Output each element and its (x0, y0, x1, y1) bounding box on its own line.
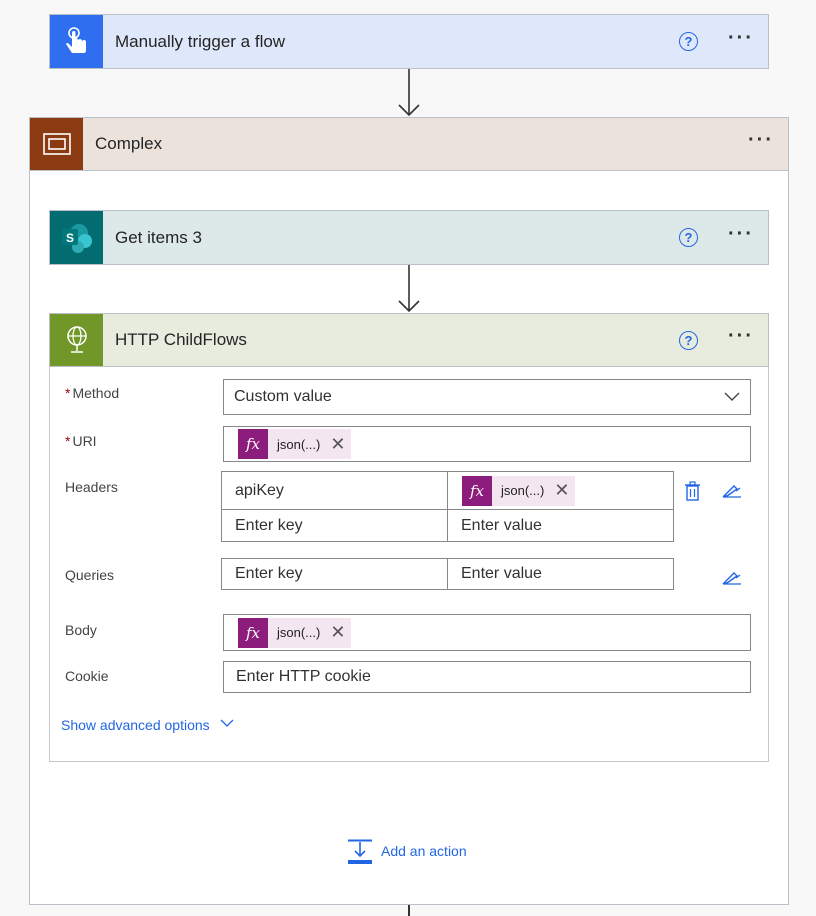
get-items-card[interactable]: S Get items 3 ? ··· (49, 210, 769, 265)
help-icon[interactable]: ? (679, 330, 699, 350)
expression-token[interactable]: fx json(...) ✕ (462, 475, 576, 506)
header-key-input[interactable]: apiKey (221, 471, 448, 510)
body-label: Body (65, 622, 97, 638)
trigger-title: Manually trigger a flow (115, 31, 286, 51)
add-action-icon (348, 839, 372, 864)
query-key-input[interactable]: Enter key (221, 558, 448, 590)
uri-input[interactable]: fx json(...) ✕ (223, 426, 751, 462)
header-value-input-empty[interactable]: Enter value (447, 509, 674, 542)
scope-icon (30, 118, 83, 170)
switch-to-text-mode-icon[interactable] (722, 484, 742, 498)
get-items-title: Get items 3 (115, 227, 202, 247)
switch-to-text-mode-icon[interactable] (722, 571, 742, 585)
help-icon[interactable]: ? (679, 32, 699, 51)
method-label: * Method (65, 385, 120, 401)
show-advanced-options-link[interactable]: Show advanced options (61, 717, 234, 733)
http-title: HTTP ChildFlows (115, 330, 247, 349)
more-options-icon[interactable]: ··· (748, 130, 774, 153)
help-icon[interactable]: ? (679, 228, 699, 247)
connector-line (408, 905, 410, 916)
arrow-down-icon (398, 265, 420, 313)
cookie-label: Cookie (65, 668, 109, 684)
trash-icon[interactable] (684, 481, 701, 501)
sharepoint-icon: S (50, 211, 103, 264)
cookie-input[interactable]: Enter HTTP cookie (223, 661, 751, 693)
queries-label: Queries (65, 567, 115, 583)
method-dropdown[interactable]: Custom value (223, 379, 751, 415)
headers-label: Headers (65, 479, 118, 495)
scope-header[interactable]: Complex ··· (29, 117, 789, 171)
add-action-button[interactable]: Add an action (348, 839, 467, 865)
fx-icon: fx (238, 617, 268, 648)
fx-icon: fx (238, 429, 268, 459)
header-key-input-empty[interactable]: Enter key (221, 509, 448, 542)
required-marker: * (65, 385, 71, 401)
more-options-icon[interactable]: ··· (728, 326, 754, 349)
body-input[interactable]: fx json(...) ✕ (223, 614, 751, 651)
arrow-down-icon (398, 69, 420, 117)
more-options-icon[interactable]: ··· (728, 224, 754, 247)
chevron-down-icon (220, 719, 234, 727)
remove-token-icon[interactable]: ✕ (330, 434, 351, 455)
uri-label: * URI (65, 433, 97, 449)
more-options-icon[interactable]: ··· (728, 28, 754, 51)
fx-icon: fx (462, 475, 492, 506)
http-card-header[interactable]: HTTP ChildFlows ? ··· (49, 313, 769, 367)
scope-title: Complex (95, 134, 163, 153)
trigger-card[interactable]: Manually trigger a flow ? ··· (49, 14, 769, 69)
expression-token[interactable]: fx json(...) ✕ (238, 429, 352, 459)
globe-icon (50, 314, 103, 366)
svg-text:S: S (65, 231, 73, 245)
touch-icon (50, 15, 103, 68)
required-marker: * (65, 433, 71, 449)
expression-token[interactable]: fx json(...) ✕ (238, 617, 352, 648)
remove-token-icon[interactable]: ✕ (554, 480, 575, 501)
chevron-down-icon (724, 392, 740, 401)
method-value: Custom value (234, 388, 332, 405)
query-value-input[interactable]: Enter value (447, 558, 674, 590)
remove-token-icon[interactable]: ✕ (330, 622, 351, 643)
header-value-input[interactable]: fx json(...) ✕ (447, 471, 674, 510)
